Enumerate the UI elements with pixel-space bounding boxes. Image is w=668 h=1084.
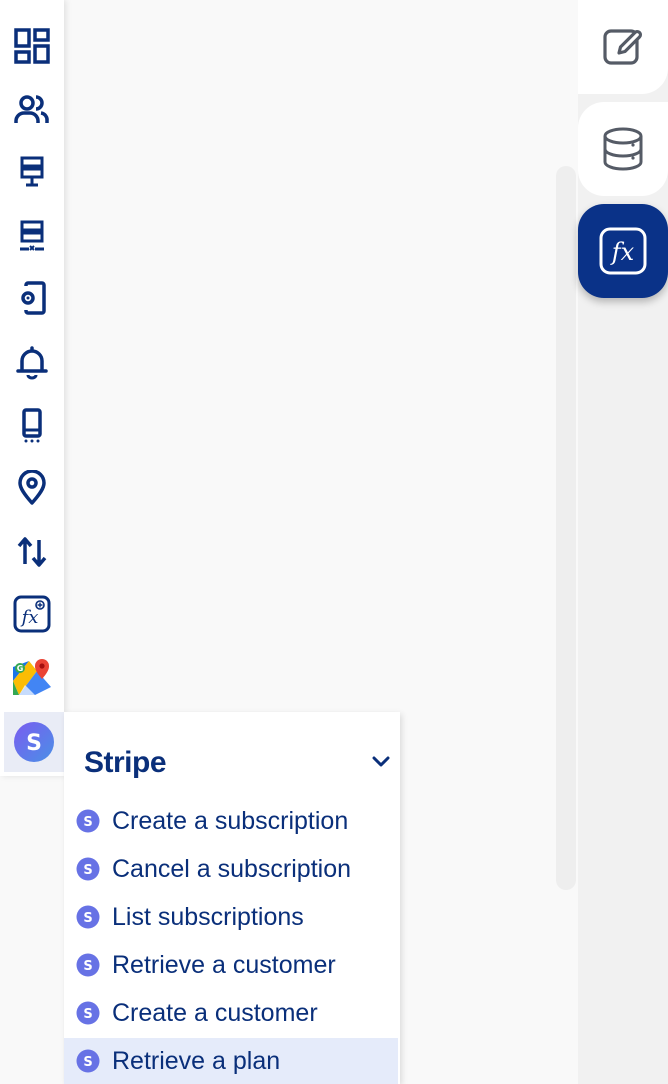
menu-item-retrieve-customer[interactable]: S Retrieve a customer	[64, 942, 398, 988]
svg-text:S: S	[83, 911, 92, 926]
server-icon	[20, 156, 44, 187]
menu-item-list-subscriptions[interactable]: S List subscriptions	[64, 894, 398, 940]
menu-item-label: Create a subscription	[112, 806, 349, 835]
rail-item-server[interactable]	[0, 142, 64, 202]
menu-item-label: List subscriptions	[112, 902, 304, 931]
stripe-icon: S	[14, 722, 54, 762]
menu-item-label: Create a customer	[112, 998, 318, 1027]
rail-item-functions[interactable]: fx	[0, 584, 64, 644]
stripe-icon: S	[76, 809, 100, 833]
rail-item-mobile[interactable]	[0, 396, 64, 456]
menu-item-label: Retrieve a customer	[112, 950, 336, 979]
menu-item-create-customer[interactable]: S Create a customer	[64, 990, 398, 1036]
left-rail: fx G S	[0, 0, 64, 776]
device-settings-icon	[21, 281, 46, 315]
stripe-icon: S	[76, 857, 100, 881]
bell-icon	[16, 346, 48, 380]
svg-text:S: S	[83, 863, 92, 878]
stripe-icon: S	[76, 953, 100, 977]
function-tab[interactable]: fx	[578, 204, 668, 298]
function-icon: fx	[599, 227, 647, 275]
edit-tab[interactable]	[578, 0, 668, 94]
google-maps-icon: G	[13, 659, 51, 695]
dashboard-icon	[14, 28, 50, 64]
rail-item-notifications[interactable]	[0, 332, 64, 392]
rail-item-stripe[interactable]: S	[4, 712, 64, 772]
menu-item-label: Cancel a subscription	[112, 854, 352, 883]
rail-item-google-maps[interactable]: G	[0, 648, 64, 708]
users-icon	[14, 95, 49, 123]
function-add-icon: fx	[13, 595, 51, 633]
mobile-device-icon	[22, 408, 42, 443]
rail-item-location[interactable]	[0, 458, 64, 518]
svg-text:S: S	[83, 815, 92, 830]
flyout-header[interactable]: Stripe	[64, 732, 400, 788]
menu-item-create-subscription[interactable]: S Create a subscription	[64, 798, 398, 844]
edit-icon	[603, 29, 643, 65]
chevron-down-icon[interactable]	[370, 750, 392, 772]
rail-item-device-settings[interactable]	[0, 268, 64, 328]
database-tab[interactable]	[578, 102, 668, 196]
sort-arrows-icon	[17, 537, 47, 567]
svg-text:S: S	[26, 731, 42, 756]
stripe-icon: S	[76, 1049, 100, 1073]
stripe-icon: S	[76, 905, 100, 929]
svg-text:fx: fx	[20, 607, 39, 628]
location-pin-icon	[18, 470, 46, 505]
stripe-flyout-menu: Stripe S Create a subscription S Cancel …	[64, 712, 400, 1084]
rail-item-users[interactable]	[0, 80, 64, 140]
rail-item-server-remove[interactable]	[0, 206, 64, 266]
database-icon	[603, 127, 643, 171]
rail-item-dashboard[interactable]	[0, 16, 64, 76]
svg-text:S: S	[83, 1007, 92, 1022]
svg-text:G: G	[17, 664, 24, 673]
svg-text:S: S	[83, 1055, 92, 1070]
stripe-icon: S	[76, 1001, 100, 1025]
server-remove-icon	[20, 220, 44, 251]
menu-item-retrieve-plan[interactable]: S Retrieve a plan	[64, 1038, 398, 1084]
menu-item-cancel-subscription[interactable]: S Cancel a subscription	[64, 846, 398, 892]
rail-item-transfer[interactable]	[0, 522, 64, 582]
svg-text:fx: fx	[610, 238, 635, 266]
svg-text:S: S	[83, 959, 92, 974]
flyout-title: Stripe	[84, 746, 167, 779]
scrollbar[interactable]	[556, 166, 576, 890]
menu-item-label: Retrieve a plan	[112, 1046, 281, 1075]
